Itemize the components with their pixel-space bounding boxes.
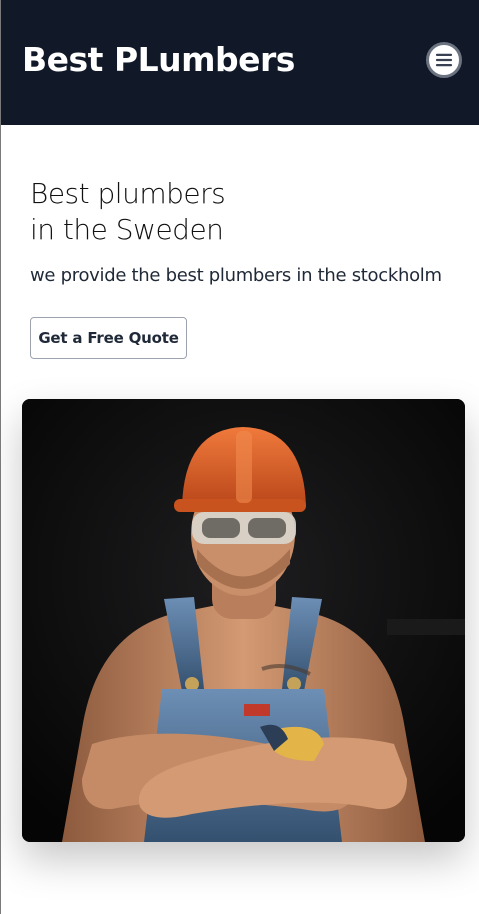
brand-logo[interactable]: Best PLumbers [22,40,295,79]
hero-title: Best plumbers in the Sweden [30,176,226,248]
plumber-photo [22,399,465,842]
hamburger-icon [435,53,453,67]
page: Best PLumbers Best plumbers in the Swede… [0,0,479,914]
menu-toggle-button[interactable] [426,42,462,78]
get-quote-button[interactable]: Get a Free Quote [30,317,187,359]
hero-title-line-2: in the Sweden [30,213,224,246]
hero-title-line-1: Best plumbers [30,177,226,210]
navbar: Best PLumbers [1,0,479,125]
hero-subtitle: we provide the best plumbers in the stoc… [30,265,442,286]
